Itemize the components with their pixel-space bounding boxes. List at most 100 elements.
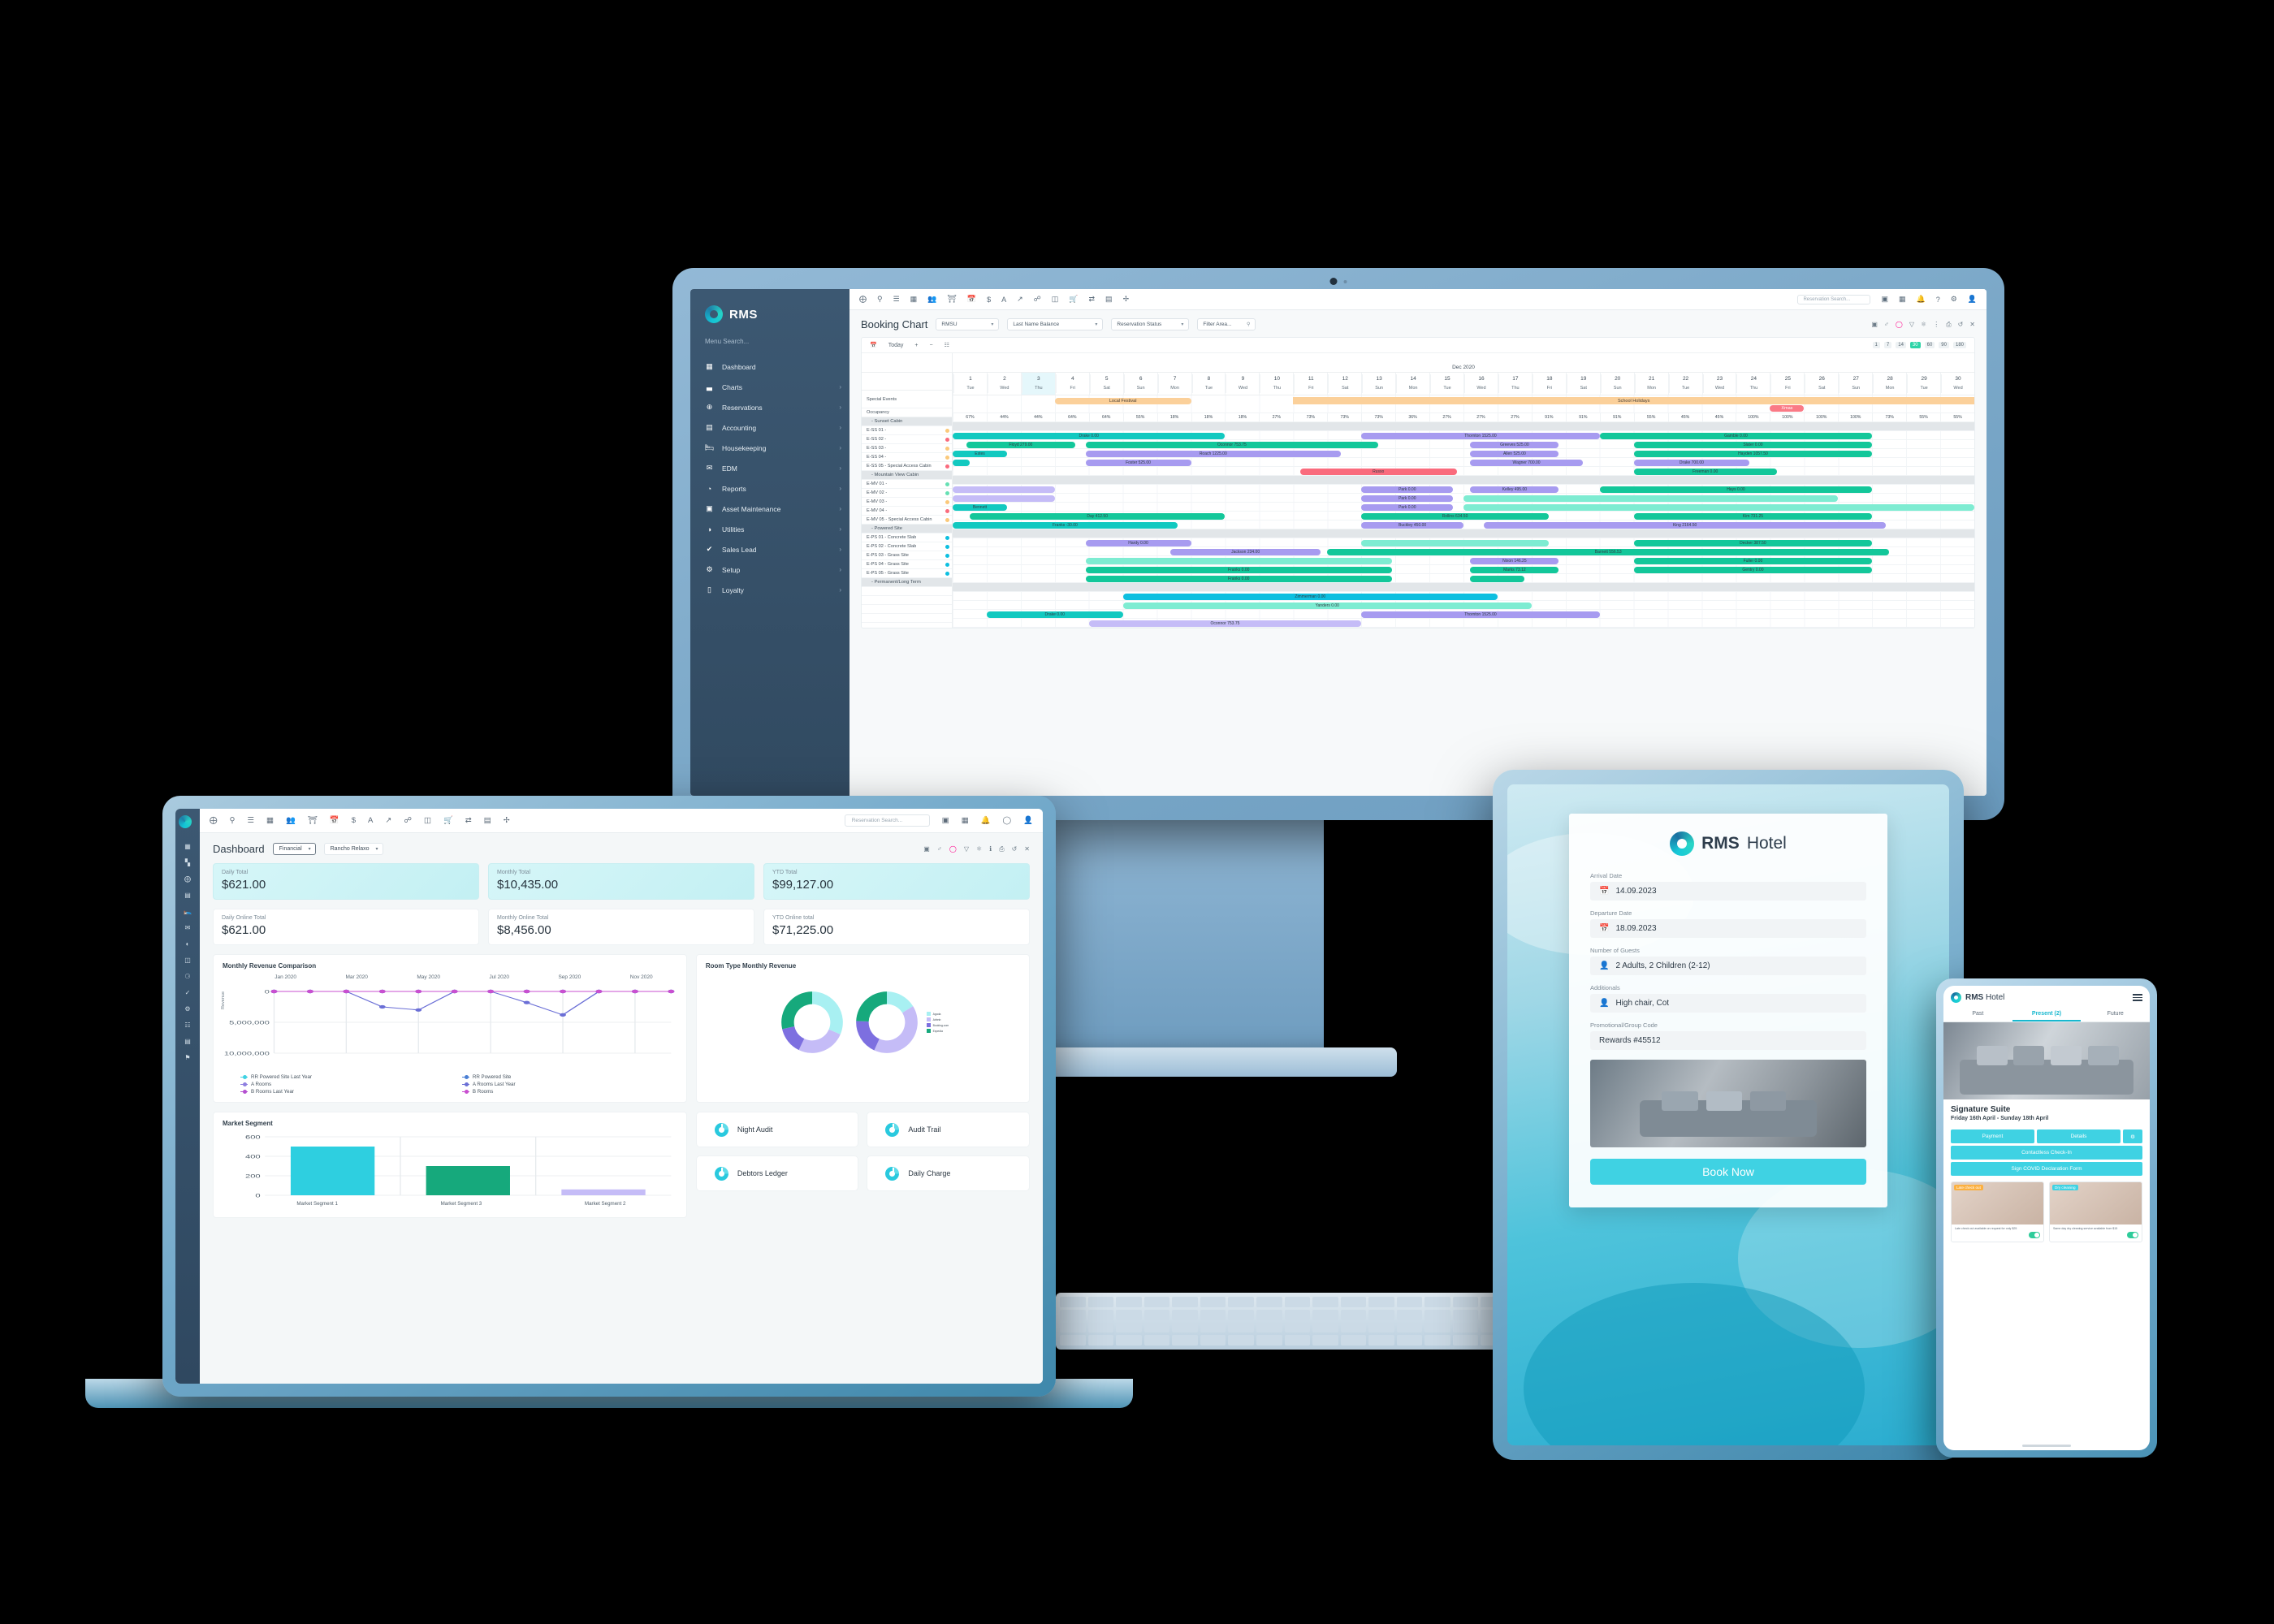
reservation-bar[interactable]: Day 412.50 xyxy=(969,512,1226,520)
range-90-button[interactable]: 90 xyxy=(1939,342,1949,348)
reservation-bar[interactable] xyxy=(1463,503,1974,511)
gear-icon[interactable]: ⚙ xyxy=(2123,1129,2142,1143)
book-now-button[interactable]: Book Now xyxy=(1590,1159,1866,1185)
rail-toolbox-icon[interactable]: ◫ xyxy=(184,957,191,964)
rail-bed-icon[interactable]: 🛌 xyxy=(184,908,192,915)
rail-mail-icon[interactable]: ✉ xyxy=(185,924,191,931)
user-icon[interactable]: 👤 xyxy=(1968,295,1977,304)
details-button[interactable]: Details xyxy=(2037,1129,2121,1143)
sidebar-item-setup[interactable]: ⚙ Setup › xyxy=(690,559,850,580)
reservation-bar[interactable] xyxy=(1085,557,1392,564)
print-icon[interactable]: ⎙ xyxy=(1946,321,1951,329)
reservation-bar[interactable]: Greeves 525.00 xyxy=(1470,441,1559,448)
window-icon[interactable]: ▣ xyxy=(942,816,949,825)
rail-chart-icon[interactable]: ▚ xyxy=(185,859,190,866)
reservation-bar[interactable]: Hays 0.00 xyxy=(1599,486,1873,493)
reservation-bar[interactable]: Oconnor 753.75 xyxy=(1085,441,1379,448)
day-header[interactable]: 13 Sun xyxy=(1361,373,1395,395)
reservation-bar[interactable]: Roach 1225.00 xyxy=(1085,450,1342,457)
sidebar-item-reports[interactable]: ◔ Reports › xyxy=(690,478,850,499)
reservation-bar[interactable]: Franks 0.00 xyxy=(1085,575,1392,582)
reservation-bar[interactable] xyxy=(953,459,970,466)
phone-tab-future[interactable]: Future xyxy=(2081,1008,2150,1021)
people-icon[interactable]: 👥 xyxy=(927,295,936,304)
calculator-icon[interactable]: ▣ xyxy=(923,845,930,853)
reservation-bar[interactable] xyxy=(1470,575,1525,582)
status-select[interactable]: Reservation Status ▾ xyxy=(1111,318,1190,330)
room-label[interactable] xyxy=(862,614,952,623)
reservation-bar[interactable] xyxy=(953,495,1055,502)
chat-icon[interactable]: ◯ xyxy=(1003,816,1012,825)
special-event[interactable]: School Holidays xyxy=(1293,397,1974,404)
zoom-in-button[interactable]: + xyxy=(914,343,918,348)
rail-gauge-icon[interactable]: ⚆ xyxy=(184,973,190,980)
reservation-bar[interactable]: Buckley 450.00 xyxy=(1361,521,1463,529)
bell-icon[interactable]: 🔔 xyxy=(1916,295,1925,304)
info-icon[interactable]: ℹ xyxy=(989,845,992,853)
day-header[interactable]: 15 Tue xyxy=(1429,373,1463,395)
folder-icon[interactable]: ◫ xyxy=(424,816,431,825)
day-header[interactable]: 4 Fri xyxy=(1054,373,1089,395)
room-label[interactable]: E-SS 04 - xyxy=(862,453,952,462)
reservation-bar[interactable]: Hardy 0.00 xyxy=(1085,539,1191,546)
rail-card-icon[interactable]: ▤ xyxy=(184,892,191,899)
settings-icon[interactable]: ⚛ xyxy=(976,845,982,853)
sidebar-item-loyalty[interactable]: ▯ Loyalty › xyxy=(690,580,850,600)
room-group-label[interactable]: - Permanent/Long Term xyxy=(862,578,952,587)
sliders-icon[interactable]: ☰ xyxy=(247,816,254,825)
legend-item[interactable]: RR Powered Site Last Year xyxy=(240,1074,456,1080)
range-7-button[interactable]: 7 xyxy=(1883,342,1892,348)
room-label[interactable]: E-PS 04 - Grass Site xyxy=(862,560,952,569)
calendar-icon[interactable]: 📅 xyxy=(330,816,339,825)
donut-legend-item[interactable]: Booking.com xyxy=(926,1023,949,1027)
reservation-bar[interactable]: Drake 700.00 xyxy=(1633,459,1750,466)
covid-declaration-button[interactable]: Sign COVID Declaration Form xyxy=(1951,1162,2142,1176)
room-label[interactable]: E-MV 02 - xyxy=(862,489,952,498)
list-icon[interactable]: ▤ xyxy=(1105,295,1113,304)
room-group-label[interactable]: - Powered Site xyxy=(862,525,952,533)
room-label[interactable] xyxy=(862,605,952,614)
special-event[interactable]: Local Festival xyxy=(1054,398,1191,404)
window-icon[interactable]: ▣ xyxy=(1881,295,1888,304)
reservation-bar[interactable] xyxy=(1361,539,1549,546)
reservation-bar[interactable]: Drake 0.00 xyxy=(986,611,1123,618)
room-label[interactable]: E-PS 03 - Grass Site xyxy=(862,551,952,560)
swap-icon[interactable]: ⇄ xyxy=(1089,295,1096,304)
room-group-label[interactable]: - Sunset Cabin xyxy=(862,417,952,426)
room-label[interactable] xyxy=(862,587,952,596)
day-header[interactable]: 7 Mon xyxy=(1156,373,1191,395)
legend-item[interactable]: B Rooms Last Year xyxy=(240,1089,456,1095)
reservation-bar[interactable]: Drake 0.00 xyxy=(953,432,1226,439)
group-icon[interactable]: ⛩ xyxy=(947,295,956,304)
reservation-bar[interactable]: Thornton 1525.00 xyxy=(1361,611,1600,618)
reservation-bar[interactable]: Freeman 0.00 xyxy=(1633,468,1777,475)
day-header[interactable]: 11 Fri xyxy=(1293,373,1327,395)
special-event[interactable]: Xmas xyxy=(1770,405,1805,412)
contactless-checkin-button[interactable]: Contactless Check-In xyxy=(1951,1146,2142,1160)
day-header[interactable]: 12 Sat xyxy=(1327,373,1361,395)
sort-select[interactable]: Last Name Balance ▾ xyxy=(1007,318,1104,330)
reservation-bar[interactable]: Yanders 0.00 xyxy=(1122,602,1532,609)
link-icon[interactable]: ☍ xyxy=(404,816,412,825)
property-select[interactable]: RMSU ▾ xyxy=(936,318,1000,330)
promo-toggle[interactable] xyxy=(1952,1232,2043,1242)
chart-icon[interactable]: ↗ xyxy=(385,816,391,825)
day-header[interactable]: 8 Tue xyxy=(1191,373,1226,395)
legend-item[interactable]: B Rooms xyxy=(461,1089,677,1095)
dollar-icon[interactable]: $ xyxy=(987,296,991,304)
refresh-icon[interactable]: ↺ xyxy=(1958,321,1964,329)
payment-button[interactable]: Payment xyxy=(1951,1129,2034,1143)
reservation-bar[interactable]: Rollins 634.50 xyxy=(1361,512,1549,520)
reservation-search-input[interactable]: Reservation Search... xyxy=(1797,294,1871,304)
room-label[interactable]: E-SS 02 - xyxy=(862,435,952,444)
donut-legend-item[interactable]: Agoda xyxy=(926,1012,949,1016)
reservation-bar[interactable]: Kim 731.25 xyxy=(1633,512,1873,520)
reservation-bar[interactable]: Fuller 0.00 xyxy=(1633,557,1873,564)
folder-icon[interactable]: ◫ xyxy=(1052,295,1059,304)
room-label[interactable]: E-SS 05 - Special Access Cabin xyxy=(862,462,952,471)
grid-icon-right[interactable]: ▦ xyxy=(962,816,969,825)
rail-plus-icon[interactable]: ⨁ xyxy=(184,875,191,883)
wand-icon[interactable]: ✢ xyxy=(504,816,510,825)
reservation-bar[interactable]: Park 0.00 xyxy=(1361,486,1454,493)
day-header[interactable]: 5 Sat xyxy=(1088,373,1123,395)
